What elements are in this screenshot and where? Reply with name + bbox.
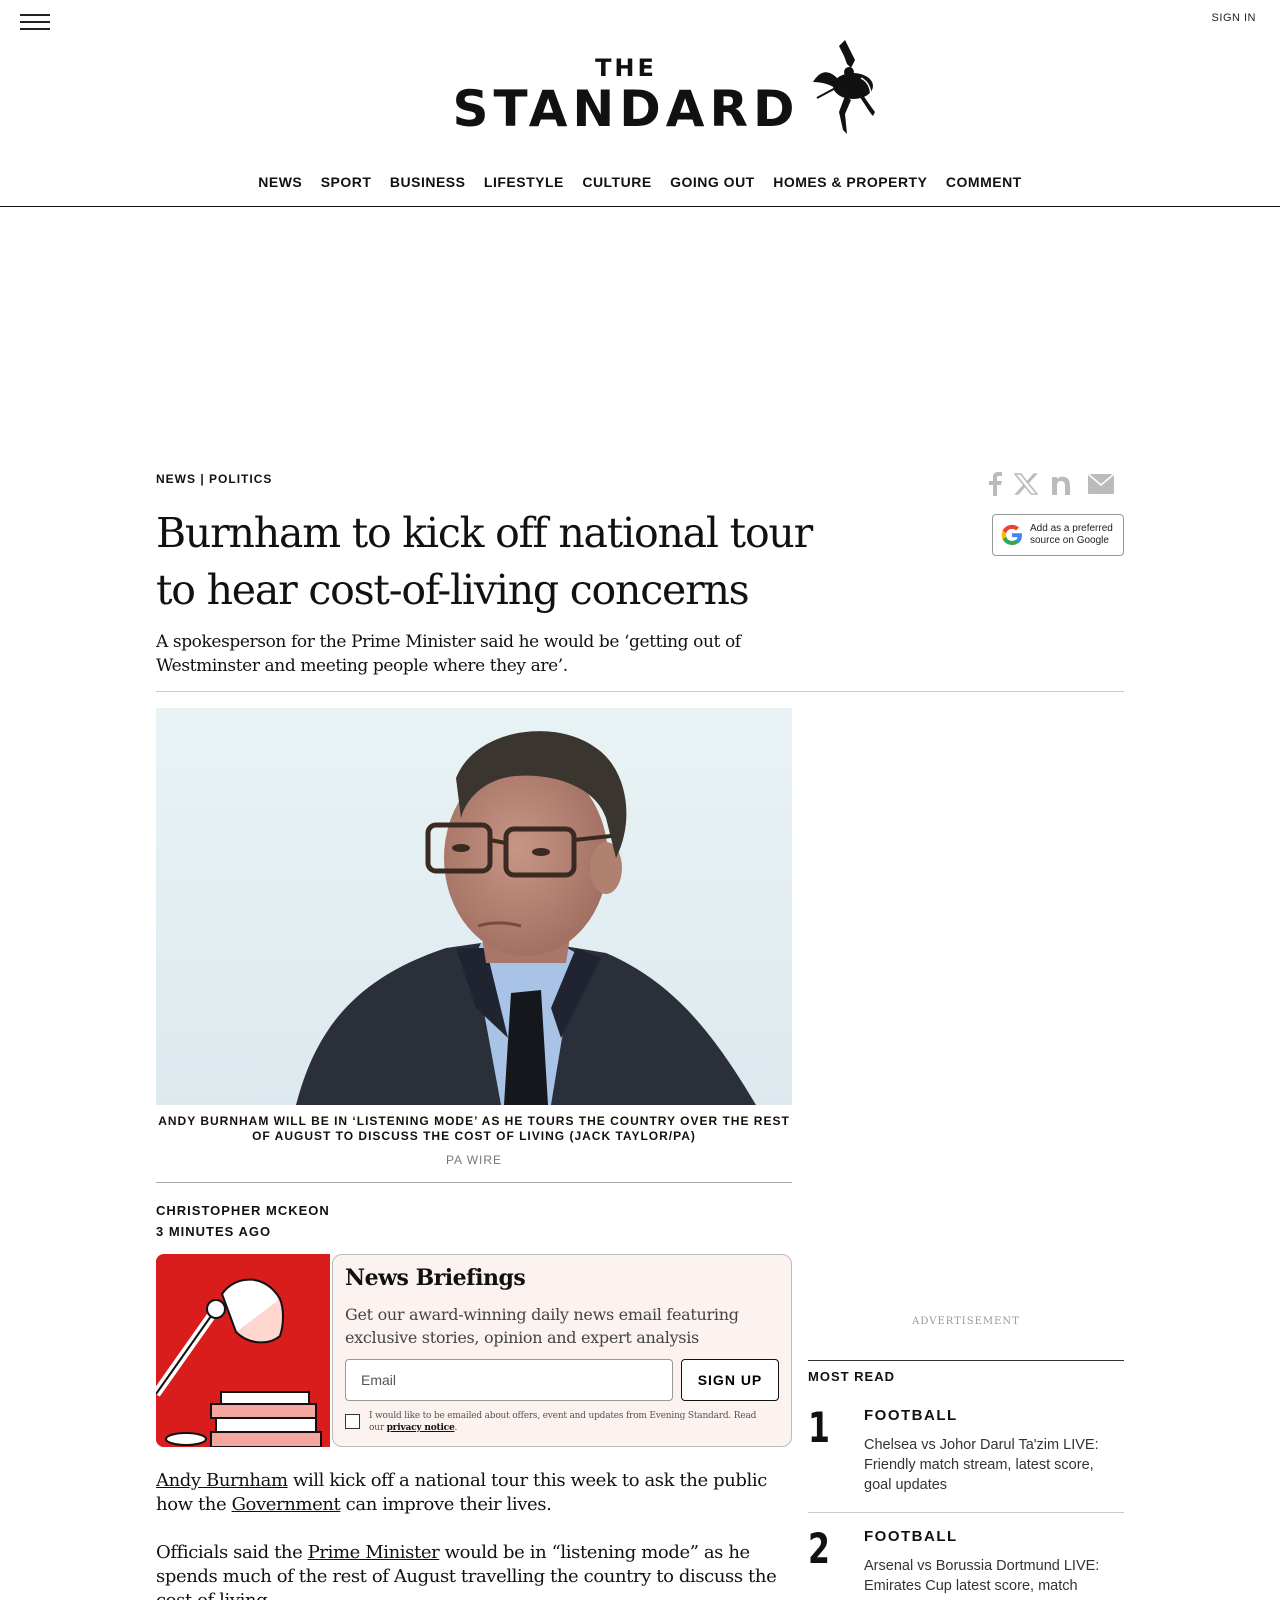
most-read-rank: 2 xyxy=(808,1524,830,1573)
newsletter-signup-button[interactable]: SIGN UP xyxy=(681,1359,779,1401)
newsletter-email-input[interactable] xyxy=(345,1359,673,1401)
article-paragraph: Officials said the Prime Minister would … xyxy=(156,1542,777,1600)
nav-business[interactable]: BUSINESS xyxy=(390,174,466,190)
most-read-rank: 1 xyxy=(808,1403,830,1452)
article-headline: Burnham to kick off national tour to hea… xyxy=(156,509,813,614)
newsnow-icon[interactable] xyxy=(1050,473,1076,495)
most-read-category: FOOTBALL xyxy=(864,1407,958,1424)
logo-standard: STANDARD xyxy=(452,80,800,138)
header-divider xyxy=(156,691,1124,692)
most-read-title: MOST READ xyxy=(808,1369,895,1384)
logo-the: THE xyxy=(595,54,657,82)
newsletter-illustration xyxy=(156,1254,330,1447)
x-twitter-icon[interactable] xyxy=(1014,473,1038,495)
publish-time: 3 MINUTES AGO xyxy=(156,1224,272,1239)
newsletter-title: News Briefings xyxy=(345,1265,526,1291)
nav-comment[interactable]: COMMENT xyxy=(946,174,1022,190)
desk-lamp-icon xyxy=(156,1254,330,1447)
google-icon xyxy=(1001,524,1022,545)
newsletter-signup: News Briefings Get our award-winning dai… xyxy=(332,1254,792,1447)
nav-going-out[interactable]: GOING OUT xyxy=(670,174,755,190)
article-standfirst: A spokesperson for the Prime Minister sa… xyxy=(156,632,741,676)
prime-minister-link[interactable]: Prime Minister xyxy=(308,1542,440,1563)
eros-statue-icon xyxy=(813,40,876,134)
email-share-icon[interactable] xyxy=(1088,474,1114,494)
newsletter-description: Get our award-winning daily news email f… xyxy=(345,1305,739,1347)
most-read-headline[interactable]: Chelsea vs Johor Darul Ta'zim LIVE: Frie… xyxy=(864,1435,1116,1495)
portrait-illustration xyxy=(156,708,792,1105)
byline: CHRISTOPHER MCKEON 3 MINUTES AGO xyxy=(156,1200,330,1242)
nav-culture[interactable]: CULTURE xyxy=(582,174,651,190)
google-preferred-source-button[interactable]: Add as a preferred source on Google xyxy=(992,514,1124,556)
google-preferred-text: Add as a preferred source on Google xyxy=(1030,523,1113,546)
article-hero-image xyxy=(156,708,792,1105)
advertisement-label: ADVERTISEMENT xyxy=(912,1316,1020,1327)
most-read-divider xyxy=(808,1360,1124,1361)
most-read-category: FOOTBALL xyxy=(864,1528,958,1545)
nav-homes-property[interactable]: HOMES & PROPERTY xyxy=(773,174,927,190)
author-name[interactable]: CHRISTOPHER MCKEON xyxy=(156,1200,330,1221)
image-caption: ANDY BURNHAM WILL BE IN ‘LISTENING MODE’… xyxy=(158,1114,790,1143)
breadcrumb-separator: | xyxy=(200,472,205,486)
most-read-separator xyxy=(808,1512,1124,1513)
breadcrumb-politics[interactable]: POLITICS xyxy=(209,472,272,486)
newsletter-consent-text: I would like to be emailed about offers,… xyxy=(369,1411,757,1433)
andy-burnham-link[interactable]: Andy Burnham xyxy=(156,1470,288,1491)
main-nav: NEWS SPORT BUSINESS LIFESTYLE CULTURE GO… xyxy=(0,174,1280,192)
sign-in-link[interactable]: SIGN IN xyxy=(1212,12,1256,24)
most-read-headline[interactable]: Arsenal vs Borussia Dortmund LIVE: Emira… xyxy=(864,1556,1116,1596)
nav-sport[interactable]: SPORT xyxy=(321,174,372,190)
article-paragraph: Andy Burnham will kick off a national to… xyxy=(156,1470,767,1515)
privacy-notice-link[interactable]: privacy notice xyxy=(387,1423,455,1433)
site-logo[interactable]: THE STANDARD xyxy=(0,38,1280,134)
nav-divider xyxy=(0,206,1280,207)
facebook-icon[interactable] xyxy=(988,472,1002,496)
menu-icon[interactable] xyxy=(20,14,50,30)
caption-divider xyxy=(156,1182,792,1183)
share-bar xyxy=(988,472,1114,496)
nav-news[interactable]: NEWS xyxy=(258,174,302,190)
image-credit: PA WIRE xyxy=(445,1153,503,1167)
newsletter-consent-checkbox[interactable] xyxy=(345,1414,360,1429)
government-link[interactable]: Government xyxy=(232,1494,341,1515)
breadcrumb: NEWS | POLITICS xyxy=(156,472,272,486)
breadcrumb-news[interactable]: NEWS xyxy=(156,472,196,486)
nav-lifestyle[interactable]: LIFESTYLE xyxy=(484,174,564,190)
